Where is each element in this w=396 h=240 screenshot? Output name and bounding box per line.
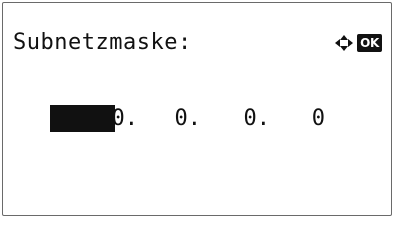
octet-1[interactable]: 0. xyxy=(50,103,139,135)
lcd-panel: Subnetzmaske: OK 0. 0. 0. 0 xyxy=(2,2,392,216)
navigation-hint: OK xyxy=(333,34,382,52)
octet-4[interactable]: 0 xyxy=(267,103,325,135)
screen-title: Subnetzmaske: xyxy=(13,30,192,55)
subnet-mask-field[interactable]: 0. 0. 0. 0 xyxy=(3,103,391,135)
octet-2[interactable]: 0. xyxy=(131,103,202,135)
four-way-arrow-icon xyxy=(335,35,354,51)
ok-key-icon: OK xyxy=(357,34,382,52)
octet-3[interactable]: 0. xyxy=(200,103,271,135)
